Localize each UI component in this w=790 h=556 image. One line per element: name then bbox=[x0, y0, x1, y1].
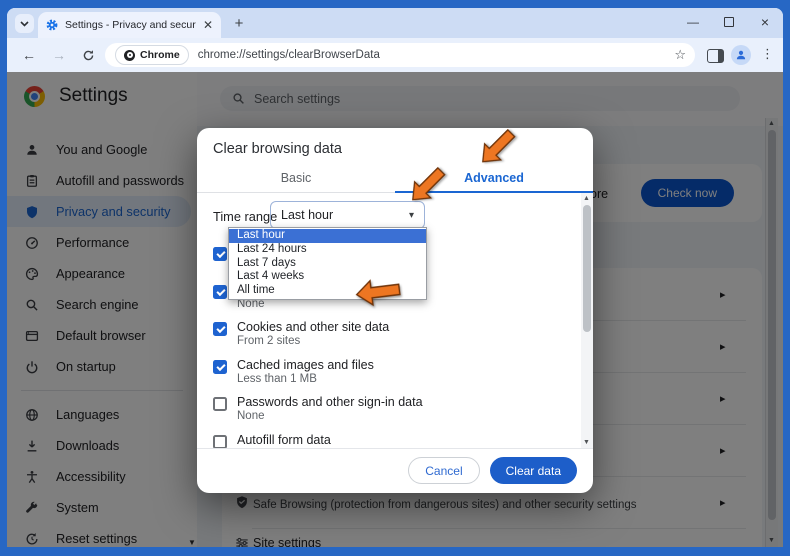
time-range-label: Time range bbox=[213, 209, 277, 224]
maximize-button[interactable] bbox=[716, 12, 742, 32]
dialog-body: Time range Last hour ▾ Browsing historyN… bbox=[197, 193, 593, 449]
clear-data-row-cached-images-and-files: Cached images and filesLess than 1 MB bbox=[197, 358, 577, 396]
clear-data-row-autofill-form-data: Autofill form data bbox=[197, 433, 577, 449]
new-tab-button[interactable]: + bbox=[230, 14, 248, 32]
tab-title: Settings - Privacy and security bbox=[65, 19, 196, 31]
profile-avatar[interactable] bbox=[731, 45, 751, 65]
dialog-footer: Cancel Clear data bbox=[197, 448, 593, 493]
menu-kebab-icon[interactable]: ⋮ bbox=[761, 46, 774, 62]
url-text: chrome://settings/clearBrowserData bbox=[198, 49, 380, 61]
clear-data-button[interactable]: Clear data bbox=[490, 457, 577, 484]
dropdown-option-last-hour[interactable]: Last hour bbox=[229, 229, 426, 243]
tab-strip: Settings - Privacy and security ✕ + — × bbox=[7, 8, 783, 38]
cancel-button[interactable]: Cancel bbox=[408, 457, 479, 484]
address-bar[interactable]: Chrome chrome://settings/clearBrowserDat… bbox=[105, 43, 695, 67]
side-panel-icon[interactable] bbox=[707, 49, 724, 63]
scroll-up-icon[interactable]: ▲ bbox=[583, 195, 590, 202]
checkbox-checked[interactable] bbox=[213, 360, 227, 374]
checkbox-checked[interactable] bbox=[213, 322, 227, 336]
dialog-scrollbar[interactable]: ▲ ▼ bbox=[581, 193, 593, 448]
clear-data-row-passwords-and-other-sign-in-data: Passwords and other sign-in dataNone bbox=[197, 395, 577, 433]
close-button[interactable]: × bbox=[752, 12, 778, 32]
row-label: Cookies and other site data bbox=[237, 320, 389, 334]
row-detail: None bbox=[237, 410, 265, 422]
checkbox-unchecked[interactable] bbox=[213, 397, 227, 411]
dropdown-option-last-24-hours[interactable]: Last 24 hours bbox=[229, 243, 426, 257]
maximize-icon bbox=[724, 17, 734, 27]
person-icon bbox=[735, 49, 747, 61]
tab-search-button[interactable] bbox=[15, 14, 34, 33]
checkbox-checked[interactable] bbox=[213, 247, 227, 261]
browser-window: Settings - Privacy and security ✕ + — × … bbox=[7, 8, 783, 547]
row-label: Passwords and other sign-in data bbox=[237, 395, 423, 409]
dialog-title: Clear browsing data bbox=[213, 141, 342, 157]
checkbox-unchecked[interactable] bbox=[213, 435, 227, 449]
checkbox-checked[interactable] bbox=[213, 285, 227, 299]
chevron-down-icon bbox=[20, 21, 29, 27]
time-range-value: Last hour bbox=[281, 208, 409, 222]
minimize-button[interactable]: — bbox=[680, 12, 706, 32]
scrollbar-thumb[interactable] bbox=[583, 205, 591, 332]
clear-browsing-data-dialog: Clear browsing data Basic Advanced Time … bbox=[197, 128, 593, 493]
browser-toolbar: ← → Chrome chrome://settings/clearBrowse… bbox=[7, 38, 783, 72]
row-label: Cached images and files bbox=[237, 358, 374, 372]
refresh-icon bbox=[82, 49, 95, 62]
time-range-select[interactable]: Last hour ▾ bbox=[270, 201, 425, 229]
row-detail: From 2 sites bbox=[237, 335, 300, 347]
chrome-mono-icon bbox=[124, 50, 135, 61]
url-chip-label: Chrome bbox=[140, 49, 180, 61]
refresh-button[interactable] bbox=[79, 46, 97, 64]
scroll-down-icon[interactable]: ▼ bbox=[583, 439, 590, 446]
settings-gear-icon bbox=[46, 19, 58, 31]
row-detail: Less than 1 MB bbox=[237, 373, 317, 385]
row-label: Autofill form data bbox=[237, 433, 331, 447]
clear-data-row-cookies-and-other-site-data: Cookies and other site dataFrom 2 sites bbox=[197, 320, 577, 358]
tab-basic[interactable]: Basic bbox=[197, 164, 395, 192]
dropdown-option-last-7-days[interactable]: Last 7 days bbox=[229, 257, 426, 271]
active-tab[interactable]: Settings - Privacy and security ✕ bbox=[38, 12, 221, 38]
back-button[interactable]: ← bbox=[20, 46, 38, 64]
forward-button[interactable]: → bbox=[50, 46, 68, 64]
caret-down-icon: ▾ bbox=[409, 210, 414, 221]
url-chip: Chrome bbox=[115, 45, 189, 65]
dialog-tabs: Basic Advanced bbox=[197, 164, 593, 193]
tab-close-icon[interactable]: ✕ bbox=[203, 19, 213, 31]
bookmark-star-icon[interactable]: ☆ bbox=[674, 47, 686, 63]
annotation-arrow-all-time bbox=[353, 275, 402, 308]
